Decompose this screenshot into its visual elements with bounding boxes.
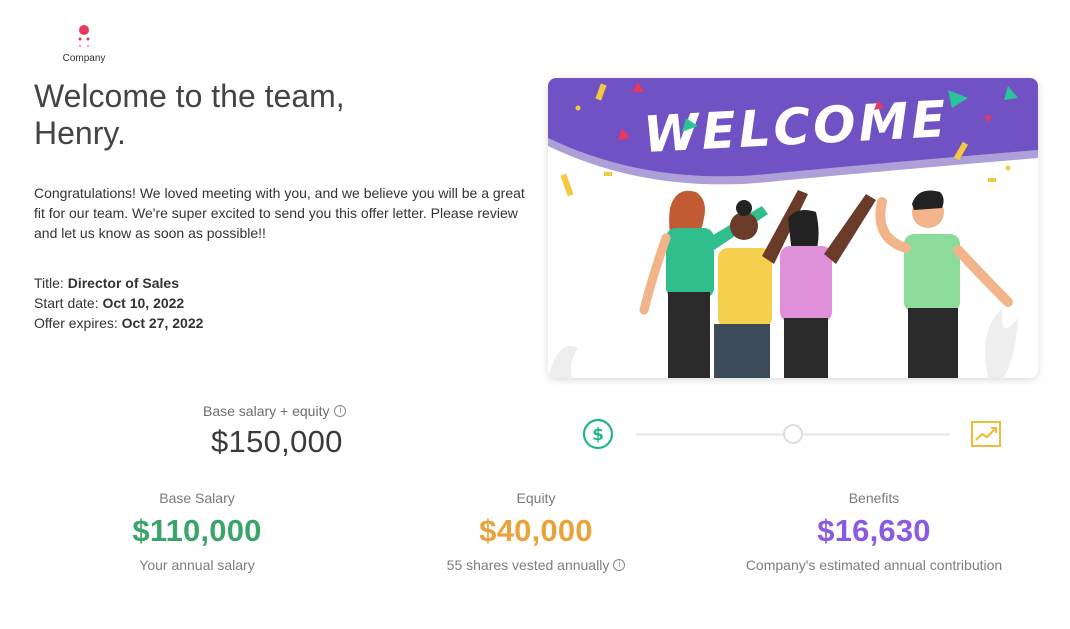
welcome-heading-name: Henry. bbox=[34, 115, 126, 151]
benefits-card: Benefits $16,630 Company's estimated ann… bbox=[724, 490, 1024, 575]
company-logo-icon bbox=[78, 25, 90, 48]
slider-handle[interactable] bbox=[783, 424, 803, 444]
company-name: Company bbox=[62, 53, 106, 64]
offer-title-label: Title: bbox=[34, 275, 64, 291]
welcome-heading-line1: Welcome to the team, bbox=[34, 78, 345, 114]
base-salary-card: Base Salary $110,000 Your annual salary bbox=[47, 490, 347, 575]
info-icon[interactable]: i bbox=[613, 559, 626, 571]
base-salary-label: Base Salary bbox=[159, 490, 235, 506]
equity-caption: 55 shares vested annually i bbox=[447, 557, 626, 573]
offer-start-value: Oct 10, 2022 bbox=[102, 295, 185, 311]
base-salary-caption-text: Your annual salary bbox=[139, 557, 255, 573]
company-logo: Company bbox=[60, 24, 108, 68]
svg-text:$: $ bbox=[592, 425, 604, 445]
trending-chart-icon[interactable] bbox=[970, 420, 1002, 448]
benefits-label: Benefits bbox=[848, 490, 900, 506]
comp-mix-slider: $ bbox=[582, 416, 1006, 452]
offer-expires-row: Offer expires: Oct 27, 2022 bbox=[34, 313, 203, 333]
benefits-value: $16,630 bbox=[817, 513, 931, 548]
offer-title-value: Director of Sales bbox=[67, 275, 179, 291]
equity-value: $40,000 bbox=[479, 513, 593, 548]
welcome-heading: Welcome to the team, Henry. bbox=[34, 78, 454, 152]
base-salary-caption: Your annual salary bbox=[139, 557, 254, 573]
total-comp-label-text: Base salary + equity bbox=[203, 403, 330, 419]
equity-caption-text: 55 shares vested annually bbox=[446, 557, 610, 573]
offer-expires-value: Oct 27, 2022 bbox=[121, 315, 204, 331]
offer-start-label: Start date: bbox=[34, 295, 99, 311]
offer-title-row: Title: Director of Sales bbox=[34, 273, 203, 293]
welcome-illustration: WELCOME bbox=[548, 78, 1038, 378]
dollar-circle-icon[interactable]: $ bbox=[582, 418, 614, 450]
base-salary-value: $110,000 bbox=[132, 513, 262, 548]
equity-label: Equity bbox=[516, 490, 556, 506]
total-comp-value: $150,000 bbox=[211, 424, 343, 459]
offer-details: Title: Director of Sales Start date: Oct… bbox=[34, 273, 203, 333]
benefits-caption: Company's estimated annual contribution bbox=[746, 557, 1002, 573]
welcome-message: Congratulations! We loved meeting with y… bbox=[34, 185, 525, 241]
offer-expires-label: Offer expires: bbox=[34, 315, 118, 331]
total-comp-label: Base salary + equity i bbox=[203, 403, 347, 419]
info-icon[interactable]: i bbox=[334, 405, 347, 417]
offer-start-row: Start date: Oct 10, 2022 bbox=[34, 293, 203, 313]
team-celebration-illustration: WELCOME bbox=[548, 78, 1038, 378]
equity-card: Equity $40,000 55 shares vested annually… bbox=[386, 490, 686, 575]
benefits-caption-text: Company's estimated annual contribution bbox=[745, 557, 1003, 573]
